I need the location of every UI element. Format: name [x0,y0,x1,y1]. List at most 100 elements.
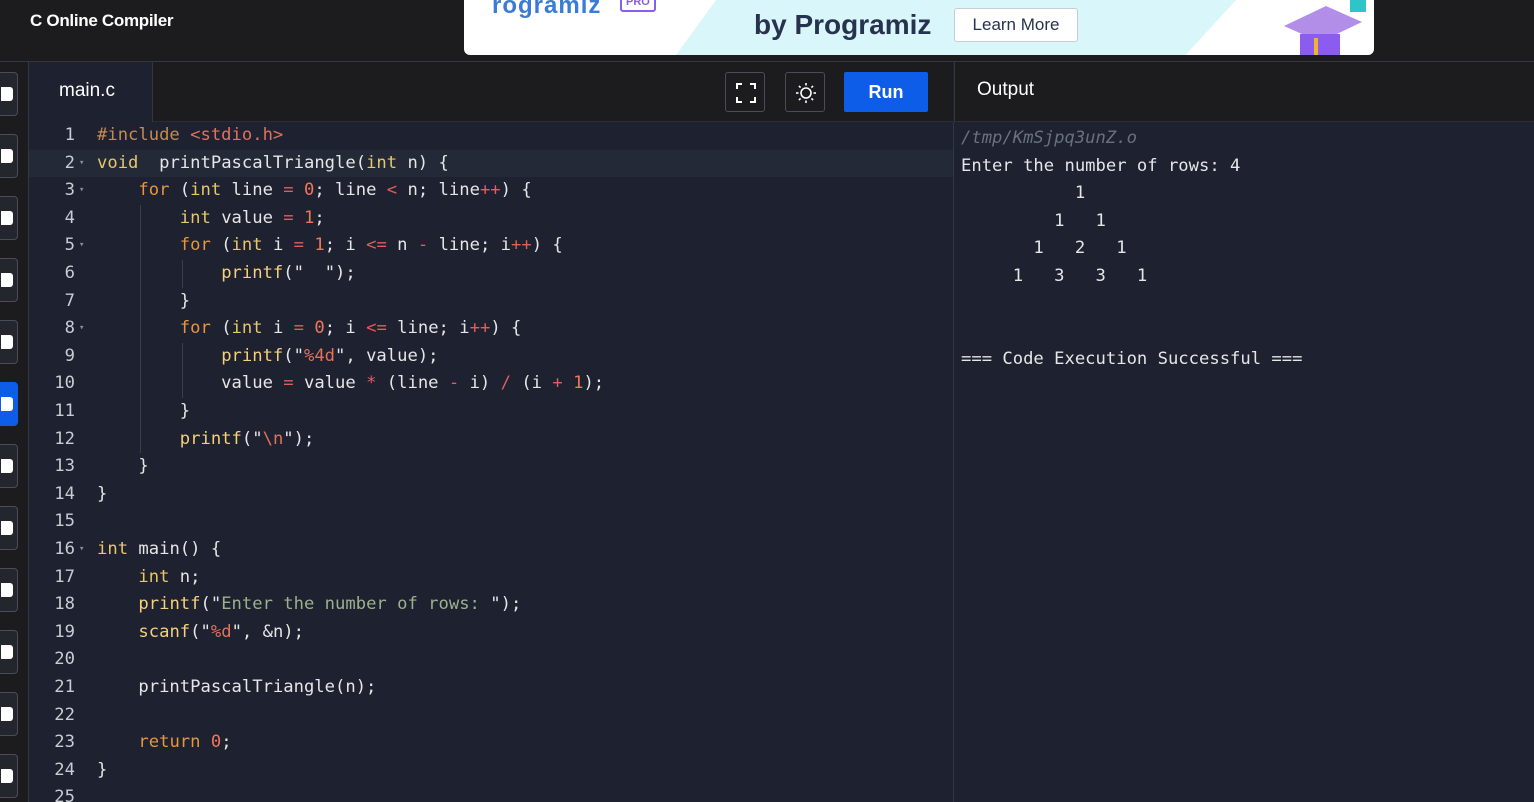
code-editor[interactable]: 1 #include <stdio.h> 2 ▾ void printPascalTri… [29,122,953,802]
code-line[interactable]: 11 } [29,398,953,426]
javascript-icon [1,583,13,597]
code-token: = [293,235,304,256]
code-line[interactable]: 8 ▾ for (int i = 0; i <= line; i++) { [29,315,953,343]
fold-arrow-icon[interactable]: ▾ [79,232,84,259]
html-icon [1,273,13,287]
fold-arrow-icon[interactable]: ▾ [79,177,84,204]
sidebar-lang-sql[interactable] [0,196,18,240]
line-number: 7 [64,290,75,311]
code-line[interactable]: 4 int value = 1; [29,204,953,233]
code-token: scanf [138,621,191,642]
sidebar-lang-swift[interactable] [0,754,18,798]
fold-arrow-icon[interactable]: ▾ [79,150,84,177]
output-line: 1 [961,183,1086,204]
code-token: (" [200,594,222,615]
sidebar-lang-c[interactable] [0,382,18,426]
line-number: 22 [54,704,75,725]
code-text: } [97,757,107,784]
run-button[interactable]: Run [844,72,928,112]
code-token: 0 [293,180,315,201]
line-number: 17 [54,566,75,587]
code-token: for [179,318,211,339]
csharp-icon [1,521,13,535]
code-text: } [97,481,107,508]
php-icon [1,707,13,721]
sidebar-lang-html[interactable] [0,258,18,302]
promo-banner[interactable]: rogramiz PRO by Programiz Learn More [464,0,1374,55]
code-text: printf("%4d", value); [97,343,438,370]
code-line[interactable]: 18 printf("Enter the number of rows: "); [29,591,953,619]
sidebar-lang-go[interactable] [0,630,18,674]
code-line[interactable]: 9 printf("%4d", value); [29,342,953,371]
line-number: 9 [64,345,75,366]
code-token: (" [241,428,263,449]
code-line[interactable]: 25 [29,784,953,802]
sidebar-lang-cpp[interactable] [0,444,18,488]
output-header: Output [954,62,1534,122]
code-token: } [97,401,191,421]
sidebar-lang-js[interactable] [0,568,18,612]
code-line[interactable]: 20 [29,646,953,674]
code-line[interactable]: 3 ▾ for (int line = 0; line < n; line++) … [29,177,953,205]
code-line[interactable]: 6 printf(" "); [29,260,953,288]
code-token: printf [221,263,284,283]
code-token: } [97,483,108,504]
go-icon [1,645,13,659]
code-line[interactable]: 19 scanf("%d", &n); [29,619,953,647]
code-token: ) { [490,318,522,339]
code-token: <stdio.h> [190,125,284,145]
code-token: } [97,290,191,311]
code-token: 1 [304,235,325,256]
line-number: 1 [64,125,75,145]
code-token: / [500,373,511,394]
top-bar: C Online Compiler rogramiz PRO by Progra… [0,0,1534,62]
code-line[interactable]: 21 printPascalTriangle(n); [29,674,953,702]
theme-toggle-button[interactable] [785,72,825,112]
sidebar-lang-csharp[interactable] [0,506,18,550]
language-sidebar [0,62,29,802]
line-number: 5 [64,235,75,256]
code-token: printf [179,428,242,449]
code-token: (i [510,373,553,394]
code-line[interactable]: 15 [29,508,953,536]
graduation-cap-icon [1284,0,1366,55]
code-line[interactable]: 24} [29,757,953,785]
code-line[interactable]: 7 } [29,287,953,316]
output-console[interactable]: /tmp/KmSjpq3unZ.o Enter the number of row… [953,122,1534,802]
code-line[interactable]: 13 } [29,453,953,481]
sidebar-lang-php[interactable] [0,692,18,736]
code-line[interactable]: 14} [29,481,953,509]
code-line[interactable]: 16 ▾ int main() { [29,536,953,564]
learn-more-button[interactable]: Learn More [954,8,1078,42]
code-line[interactable]: 5 ▾ for (int i = 1; i <= n - line; i++) { [29,232,953,260]
editor-toolbar: main.c Run [29,62,953,122]
line-number: 6 [64,263,75,283]
code-line[interactable]: 17 int n; [29,564,953,592]
code-token: %4d [303,345,336,366]
code-line[interactable]: 12 printf("\n"); [29,425,953,454]
code-token: ; [221,732,232,753]
sidebar-lang-python[interactable] [0,72,18,116]
code-line[interactable]: 1 #include <stdio.h> [29,122,953,150]
code-token: printPascalTriangle( [138,152,367,173]
code-text: } [97,288,190,315]
fullscreen-button[interactable] [725,72,765,112]
line-number: 13 [54,456,75,477]
code-token: return [138,732,201,753]
code-line[interactable]: 23 return 0; [29,729,953,757]
code-line[interactable]: 2 ▾ void printPascalTriangle(int n) { [29,149,953,178]
banner-tagline: by Programiz [754,9,932,40]
line-number: 8 [64,318,75,339]
code-line[interactable]: 22 [29,702,953,730]
code-line[interactable]: 10 value = value * (line - i) / (i + 1); [29,370,953,398]
fold-arrow-icon[interactable]: ▾ [79,536,84,563]
code-token: value [97,373,284,394]
fold-arrow-icon[interactable]: ▾ [79,315,84,342]
tab-main-c[interactable]: main.c [29,62,153,122]
sidebar-lang-java[interactable] [0,320,18,364]
code-token: ++ [469,318,491,339]
sidebar-lang-r[interactable] [0,134,18,178]
